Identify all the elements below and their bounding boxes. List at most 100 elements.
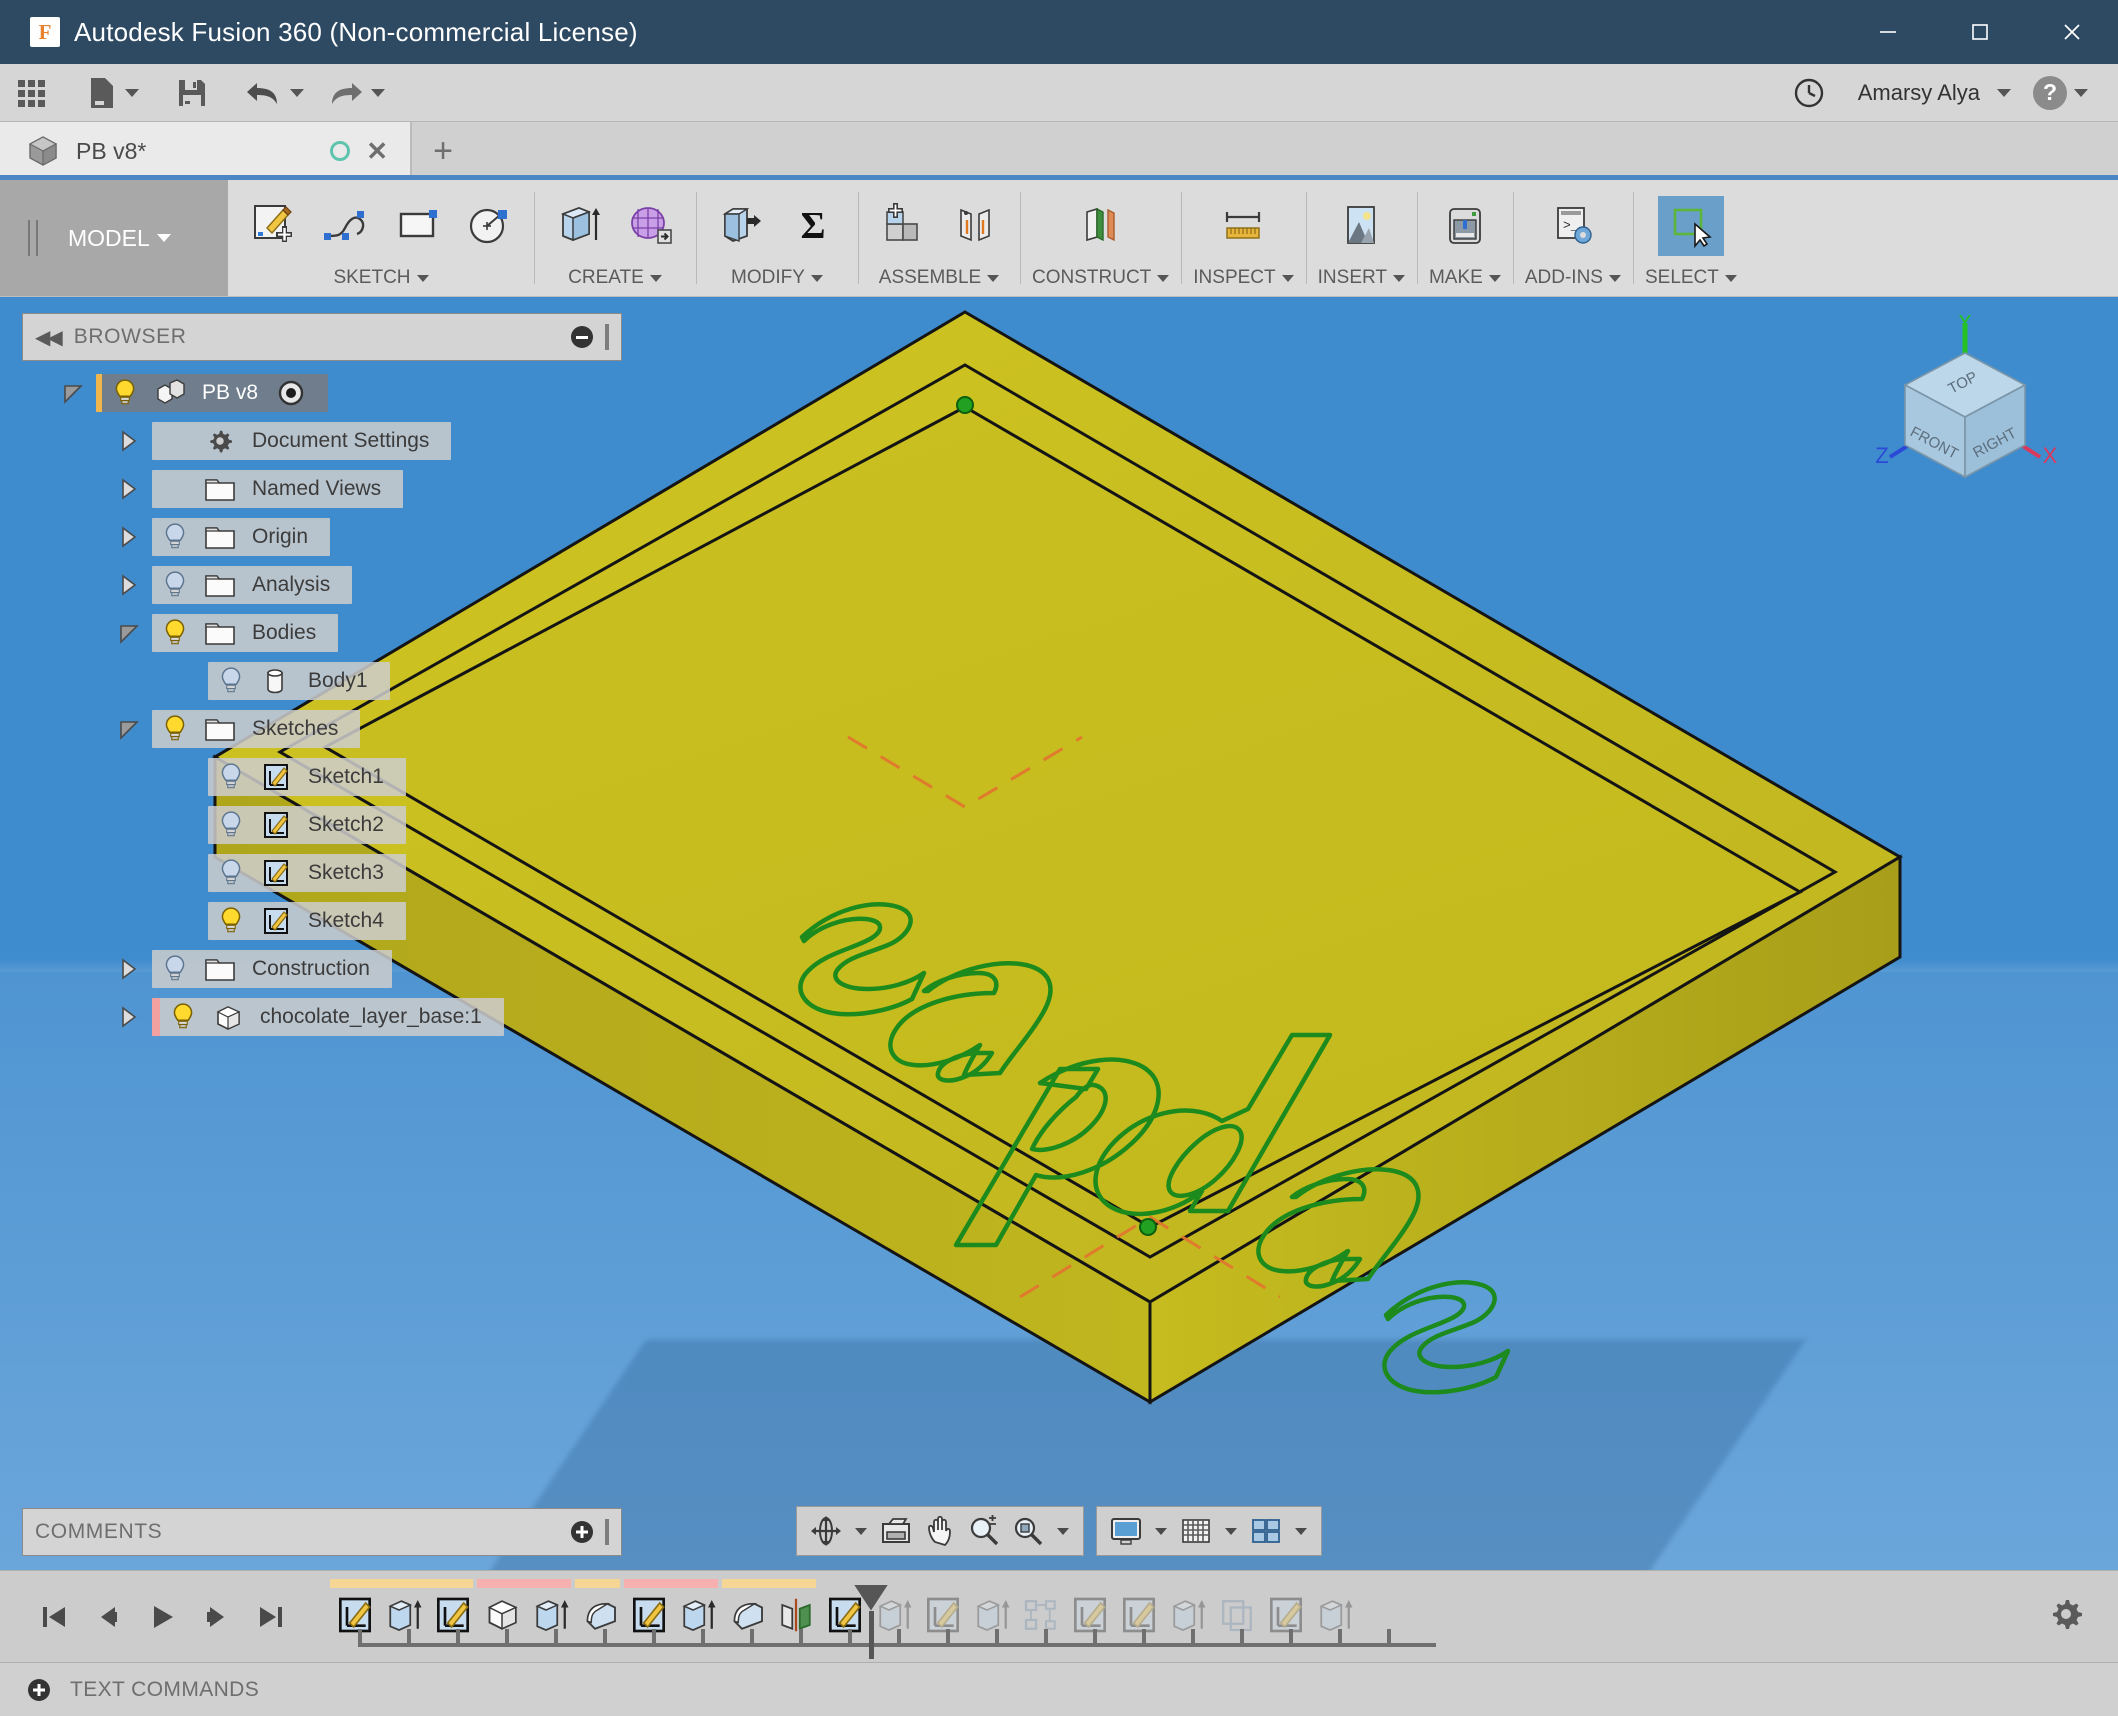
tree-twisty[interactable] — [106, 1004, 152, 1030]
browser-tree-item-construction[interactable]: Construction — [22, 945, 622, 993]
collapse-all-icon[interactable] — [571, 326, 593, 348]
chevron-down-icon[interactable] — [1155, 1528, 1167, 1535]
comments-panel[interactable]: COMMENTS — [22, 1508, 622, 1556]
tree-item-body[interactable]: Sketch1 — [208, 758, 406, 796]
tree-twisty[interactable] — [106, 476, 152, 502]
close-button[interactable] — [2026, 0, 2118, 64]
chevron-down-icon[interactable] — [855, 1528, 867, 1535]
viewports-icon[interactable] — [1245, 1510, 1287, 1552]
view-cube[interactable]: Y Z X TOP FRONT RIGHT — [1870, 315, 2060, 495]
offset-plane-icon[interactable] — [1068, 196, 1134, 256]
tree-item-body[interactable]: chocolate_layer_base:1 — [152, 998, 504, 1036]
tree-twisty[interactable] — [106, 428, 152, 454]
look-at-icon[interactable] — [875, 1510, 917, 1552]
browser-tree-item-sketch2[interactable]: Sketch2 — [22, 801, 622, 849]
visibility-toggle[interactable] — [160, 522, 190, 552]
pan-icon[interactable] — [919, 1510, 961, 1552]
grid-snap-icon[interactable] — [1175, 1510, 1217, 1552]
tree-item-body[interactable]: Sketches — [152, 710, 360, 748]
ribbon-group-label-inspect[interactable]: INSPECT — [1193, 267, 1293, 296]
ribbon-group-label-sketch[interactable]: SKETCH — [333, 267, 428, 296]
browser-tree-item-bodies[interactable]: Bodies — [22, 609, 622, 657]
chevron-down-icon[interactable] — [1225, 1528, 1237, 1535]
app-grid-icon[interactable] — [6, 70, 58, 116]
ribbon-group-label-insert[interactable]: INSERT — [1318, 267, 1405, 296]
activate-component-radio[interactable] — [258, 378, 306, 408]
play-icon[interactable] — [138, 1593, 186, 1641]
ribbon-group-label-make[interactable]: MAKE — [1429, 267, 1501, 296]
add-comment-icon[interactable] — [571, 1521, 593, 1543]
go-to-start-icon[interactable] — [30, 1593, 78, 1641]
visibility-toggle[interactable] — [216, 906, 246, 936]
text-commands-bar[interactable]: TEXT COMMANDS — [0, 1662, 2118, 1716]
undo-icon[interactable] — [237, 70, 312, 116]
tree-twisty[interactable] — [50, 380, 96, 406]
browser-tree-item-sketches[interactable]: Sketches — [22, 705, 622, 753]
tree-item-body[interactable]: PB v8 — [96, 374, 328, 412]
help-menu[interactable]: ? — [2025, 70, 2096, 116]
visibility-toggle[interactable] — [160, 954, 190, 984]
measure-icon[interactable] — [1210, 196, 1276, 256]
ribbon-group-label-create[interactable]: CREATE — [568, 267, 662, 296]
display-settings-icon[interactable] — [1105, 1510, 1147, 1552]
document-tab[interactable]: PB v8* ✕ — [0, 122, 410, 180]
tree-item-body[interactable]: Named Views — [152, 470, 403, 508]
timeline-settings-button[interactable] — [2046, 1594, 2118, 1639]
extrude-icon[interactable] — [546, 196, 612, 256]
new-tab-button[interactable]: + — [410, 122, 474, 180]
ribbon-group-label-select[interactable]: SELECT — [1645, 267, 1737, 296]
visibility-toggle[interactable] — [216, 810, 246, 840]
fit-icon[interactable] — [1007, 1510, 1049, 1552]
chevron-down-icon[interactable] — [1057, 1528, 1069, 1535]
tree-twisty[interactable] — [106, 620, 152, 646]
press-pull-icon[interactable] — [708, 196, 774, 256]
user-menu[interactable]: Amarsy Alya — [1840, 70, 2019, 116]
zoom-icon[interactable] — [963, 1510, 1005, 1552]
ribbon-group-label-assemble[interactable]: ASSEMBLE — [879, 267, 999, 296]
create-sketch-icon[interactable] — [240, 196, 306, 256]
maximize-button[interactable] — [1934, 0, 2026, 64]
file-menu-icon[interactable] — [78, 70, 147, 116]
3d-print-icon[interactable] — [1432, 196, 1498, 256]
tree-item-body[interactable]: Construction — [152, 950, 392, 988]
browser-tree-item-named-views[interactable]: Named Views — [22, 465, 622, 513]
browser-tree-item-chocolate-layer-base-1[interactable]: chocolate_layer_base:1 — [22, 993, 622, 1041]
panel-resize-grip[interactable] — [605, 1519, 609, 1545]
redo-icon[interactable] — [318, 70, 393, 116]
minimize-button[interactable] — [1842, 0, 1934, 64]
scripts-addins-icon[interactable]: >_ — [1540, 196, 1606, 256]
save-icon[interactable] — [167, 70, 217, 116]
circle-diameter-icon[interactable] — [456, 196, 522, 256]
visibility-toggle[interactable] — [110, 378, 140, 408]
sigma-icon[interactable]: Σ — [780, 196, 846, 256]
visibility-toggle[interactable] — [168, 1002, 198, 1032]
tree-item-body[interactable]: Analysis — [152, 566, 352, 604]
browser-tree-item-analysis[interactable]: Analysis — [22, 561, 622, 609]
browser-tree-item-origin[interactable]: Origin — [22, 513, 622, 561]
tree-twisty[interactable] — [106, 572, 152, 598]
select-cursor-icon[interactable] — [1658, 196, 1724, 256]
panel-resize-grip[interactable] — [605, 324, 609, 350]
browser-tree-item-sketch4[interactable]: Sketch4 — [22, 897, 622, 945]
spline-icon[interactable] — [312, 196, 378, 256]
tree-item-body[interactable]: Document Settings — [152, 422, 451, 460]
visibility-toggle[interactable] — [160, 570, 190, 600]
browser-tree-item-pb-v8[interactable]: PB v8 — [22, 369, 622, 417]
clock-icon[interactable] — [1784, 70, 1834, 116]
step-forward-icon[interactable] — [192, 1593, 240, 1641]
new-component-icon[interactable] — [870, 196, 936, 256]
visibility-toggle[interactable] — [216, 762, 246, 792]
3d-viewport[interactable]: Y Z X TOP FRONT RIGHT ◀◀ — [0, 297, 2118, 1570]
browser-tree-item-body1[interactable]: Body1 — [22, 657, 622, 705]
tree-twisty[interactable] — [106, 716, 152, 742]
orbit-icon[interactable] — [805, 1510, 847, 1552]
tree-item-body[interactable]: Body1 — [208, 662, 390, 700]
visibility-toggle[interactable] — [160, 714, 190, 744]
tree-item-body[interactable]: Sketch4 — [208, 902, 406, 940]
visibility-toggle[interactable] — [160, 618, 190, 648]
insert-image-icon[interactable] — [1328, 196, 1394, 256]
browser-tree-item-document-settings[interactable]: Document Settings — [22, 417, 622, 465]
tree-item-body[interactable]: Origin — [152, 518, 330, 556]
rectangle-icon[interactable] — [384, 196, 450, 256]
close-tab-icon[interactable]: ✕ — [366, 136, 388, 167]
